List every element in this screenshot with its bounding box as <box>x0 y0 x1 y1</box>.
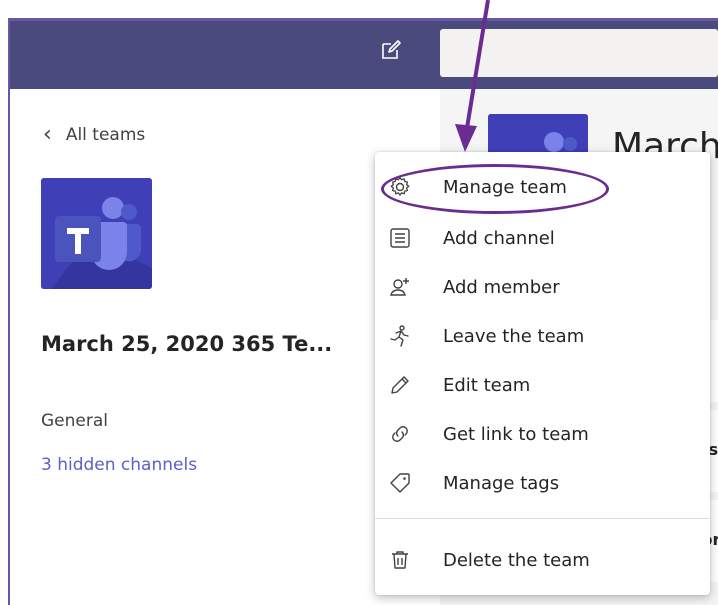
add-member-icon <box>390 278 409 296</box>
chevron-left-icon: ‹ <box>43 122 52 147</box>
annotation-highlight-ellipse <box>381 164 609 214</box>
search-input[interactable] <box>440 29 718 77</box>
menu-item-manage-tags[interactable]: Manage tags <box>375 461 710 505</box>
compose-icon[interactable] <box>380 39 402 61</box>
menu-item-add-member[interactable]: Add member <box>375 265 710 309</box>
menu-item-label: Leave the team <box>443 325 585 347</box>
all-teams-back-link[interactable]: ‹ All teams <box>43 124 145 146</box>
menu-item-edit-team[interactable]: Edit team <box>375 363 710 407</box>
menu-item-leave-team[interactable]: Leave the team <box>375 314 710 358</box>
pencil-icon <box>391 376 409 394</box>
menu-item-label: Add channel <box>443 227 555 249</box>
team-name: March 25, 2020 365 Te... <box>41 332 333 356</box>
menu-item-label: Edit team <box>443 374 531 396</box>
menu-item-label: Add member <box>443 276 560 298</box>
channel-icon <box>390 228 410 248</box>
menu-item-label: Manage tags <box>443 472 560 494</box>
all-teams-label: All teams <box>65 125 146 145</box>
team-context-menu: Manage team Add channel Add member Leave… <box>375 152 710 595</box>
trash-icon <box>392 551 408 569</box>
menu-item-label: Delete the team <box>443 549 590 571</box>
menu-item-label: Get link to team <box>443 423 589 445</box>
menu-item-delete-team[interactable]: Delete the team <box>375 538 710 582</box>
team-logo <box>41 178 152 289</box>
channel-item-general[interactable]: General <box>41 411 108 431</box>
hidden-channels-link[interactable]: 3 hidden channels <box>41 455 197 475</box>
menu-divider <box>375 518 710 519</box>
leave-icon <box>390 325 409 347</box>
menu-item-add-channel[interactable]: Add channel <box>375 216 710 260</box>
teams-logo-icon <box>41 178 152 289</box>
tag-icon <box>390 473 410 493</box>
link-icon <box>392 426 408 442</box>
menu-item-get-link[interactable]: Get link to team <box>375 412 710 456</box>
